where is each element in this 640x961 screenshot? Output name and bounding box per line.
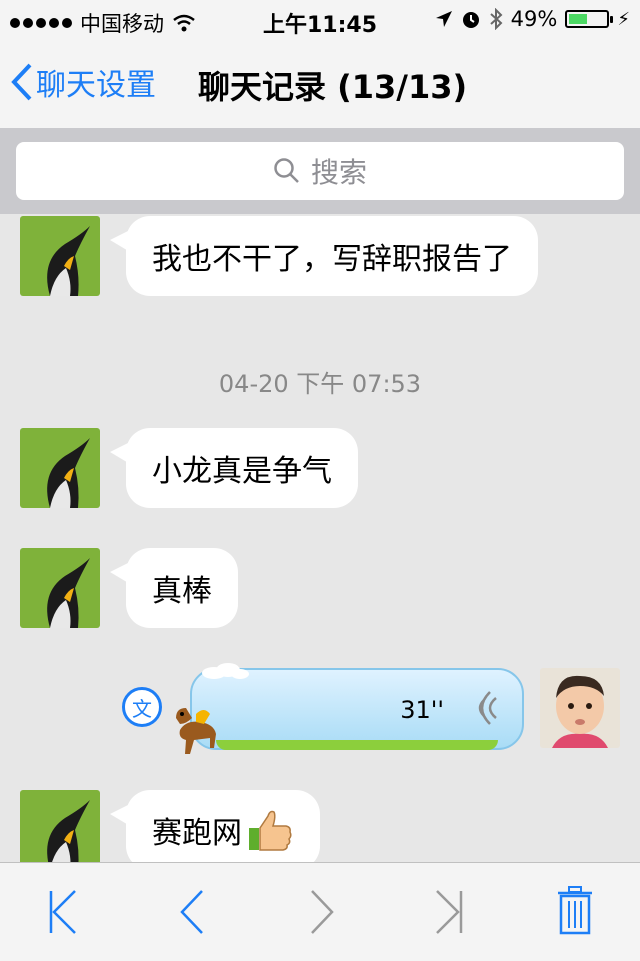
message-text: 我也不干了，写辞职报告了 <box>152 242 512 277</box>
status-bar: 中国移动 上午11:45 49% ⚡ <box>0 0 640 40</box>
previous-page-icon[interactable] <box>178 889 206 935</box>
message-bubble[interactable]: 小龙真是争气 <box>110 428 358 508</box>
avatar[interactable] <box>20 548 100 628</box>
message-bubble[interactable]: 我也不干了，写辞职报告了 <box>110 216 538 296</box>
battery-level <box>569 14 587 24</box>
nav-bar: 聊天设置 聊天记录 (13/13) <box>0 40 640 129</box>
message-text: 真棒 <box>152 574 212 609</box>
message-bubble[interactable]: 真棒 <box>110 548 238 628</box>
bluetooth-icon <box>490 8 503 30</box>
avatar[interactable] <box>20 790 100 870</box>
search-bar: 搜索 <box>0 128 640 214</box>
location-arrow-icon <box>435 11 452 27</box>
translate-label: 文 <box>132 696 152 721</box>
avatar-self[interactable] <box>540 668 620 748</box>
avatar[interactable] <box>20 216 100 296</box>
bubble-grass-decoration <box>216 740 498 750</box>
status-right: 49% ⚡ <box>435 7 630 31</box>
alarm-icon <box>462 12 479 28</box>
horse-sticker-icon <box>176 708 216 754</box>
back-label: 聊天设置 <box>36 68 156 103</box>
last-page-icon[interactable] <box>434 889 464 935</box>
bottom-toolbar <box>0 862 640 961</box>
penguin-avatar-icon <box>20 428 100 508</box>
chevron-left-icon <box>11 63 32 101</box>
penguin-avatar-icon <box>20 790 100 870</box>
message-text: 赛跑网 <box>152 816 242 851</box>
search-placeholder: 搜索 <box>310 156 367 189</box>
charging-icon: ⚡ <box>617 8 630 30</box>
penguin-avatar-icon <box>20 548 100 628</box>
avatar[interactable] <box>20 428 100 508</box>
message-text: 小龙真是争气 <box>152 454 332 489</box>
timestamp: 04-20 下午 07:53 <box>218 370 422 398</box>
back-button[interactable]: 聊天设置 <box>10 60 156 104</box>
search-input[interactable]: 搜索 <box>16 142 624 200</box>
voice-wave-icon <box>478 691 497 725</box>
message-bubble[interactable]: 赛跑网 <box>110 790 320 870</box>
voice-duration: 31'' <box>400 696 444 724</box>
voice-to-text-button[interactable]: 文 <box>122 687 162 727</box>
thumbs-up-icon <box>249 810 292 851</box>
trash-icon[interactable] <box>556 885 594 935</box>
search-icon <box>274 158 299 183</box>
penguin-avatar-icon <box>20 216 100 296</box>
voice-message-bubble[interactable]: 31'' <box>190 668 524 750</box>
child-photo-avatar-icon <box>540 668 620 748</box>
battery-icon <box>565 10 614 28</box>
page-title: 聊天记录 (13/13) <box>198 68 468 106</box>
cloud-decoration-icon <box>202 663 249 679</box>
battery-percent: 49% <box>510 7 558 31</box>
next-page-icon[interactable] <box>308 889 336 935</box>
first-page-icon[interactable] <box>48 889 78 935</box>
